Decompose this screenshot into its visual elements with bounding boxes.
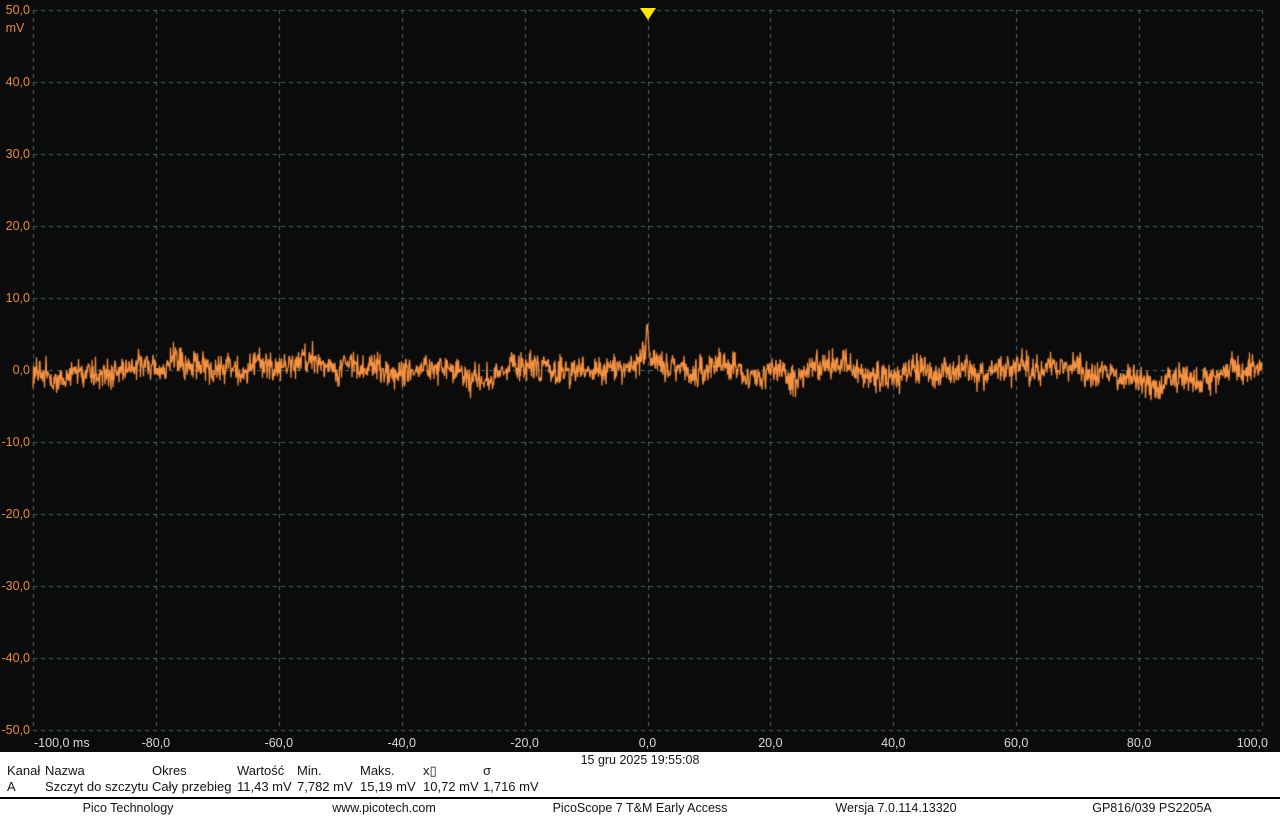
y-tick-label: 10,0 xyxy=(5,291,30,305)
measurement-header: Wartość xyxy=(237,763,285,778)
measurement-header: x▯ xyxy=(423,763,437,778)
measurement-header: Okres xyxy=(152,763,187,778)
x-tick-label: 100,0 xyxy=(1236,736,1268,750)
y-tick-label: -10,0 xyxy=(1,435,31,449)
measurement-column: Kanał A xyxy=(7,763,40,795)
footer-row: Pico Technology www.picotech.com PicoSco… xyxy=(0,801,1280,816)
y-axis-unit-label: mV xyxy=(5,21,25,35)
x-tick-label: 60,0 xyxy=(1004,736,1029,750)
y-tick-label: 30,0 xyxy=(5,147,30,161)
measurement-header: Nazwa xyxy=(45,763,85,778)
x-tick-label: -60,0 xyxy=(264,736,294,750)
measurement-column: Okres Cały przebieg xyxy=(152,763,232,795)
measurement-value: Szczyt do szczytu xyxy=(45,779,149,794)
measurement-header: σ xyxy=(483,763,492,778)
measurement-value: 15,19 mV xyxy=(360,779,416,794)
x-tick-label: -20,0 xyxy=(510,736,539,750)
measurement-value: 1,716 mV xyxy=(483,779,539,794)
measurement-header: Maks. xyxy=(360,763,395,778)
measurement-header: Kanał xyxy=(7,763,41,778)
measurement-value: 7,782 mV xyxy=(297,779,353,794)
x-tick-label: 80,0 xyxy=(1126,736,1152,750)
y-tick-label: -20,0 xyxy=(1,507,31,521)
y-tick-label: -30,0 xyxy=(1,579,31,593)
scope-display[interactable]: 50,0 40,0 30,0 20,0 10,0 0,0 -10,0 -20,0 -30,0 -4… xyxy=(0,0,1280,752)
x-tick-label: 0,0 xyxy=(638,736,657,750)
bottom-panel: 15 gru 2025 19:55:08 Kanał A Nazwa Szczyt d… xyxy=(0,752,1280,816)
y-tick-label: -50,0 xyxy=(1,723,31,737)
panel-separator xyxy=(0,797,1280,799)
measurement-value: A xyxy=(7,779,16,794)
x-tick-label: -40,0 xyxy=(387,736,416,750)
trigger-marker[interactable] xyxy=(639,8,656,20)
measurement-column: Nazwa Szczyt do szczytu xyxy=(45,763,148,795)
footer-app-name: PicoScope 7 T&M Early Access xyxy=(552,801,728,815)
measurement-column: Wartość 11,43 mV xyxy=(237,763,292,795)
y-tick-label: 20,0 xyxy=(5,219,30,233)
y-tick-label: -40,0 xyxy=(1,651,31,665)
measurement-header: Min. xyxy=(297,763,322,778)
measurement-column: x▯ 10,72 mV xyxy=(423,763,479,795)
measurement-column: σ 1,716 mV xyxy=(483,763,539,795)
footer-device: GP816/039 PS2205A xyxy=(1092,801,1212,815)
waveform-canvas[interactable] xyxy=(0,0,1280,752)
measurement-value: Cały przebieg xyxy=(152,779,232,794)
footer-vendor: Pico Technology xyxy=(82,801,174,815)
footer-version: Wersja 7.0.114.13320 xyxy=(835,801,957,815)
y-tick-label: 50,0 xyxy=(5,3,30,17)
y-tick-label: 0,0 xyxy=(12,363,30,377)
measurement-column: Min. 7,782 mV xyxy=(297,763,353,795)
x-tick-label: -80,0 xyxy=(141,736,171,750)
measurements-table: Kanał A Nazwa Szczyt do szczytu Okres Cały pr… xyxy=(0,752,1280,798)
y-tick-label: 40,0 xyxy=(5,75,30,89)
x-tick-label: 20,0 xyxy=(758,736,783,750)
x-tick-label: 40,0 xyxy=(881,736,906,750)
measurement-value: 10,72 mV xyxy=(423,779,479,794)
measurement-column: Maks. 15,19 mV xyxy=(360,763,416,795)
footer-website: www.picotech.com xyxy=(332,801,436,815)
measurement-value: 11,43 mV xyxy=(237,779,292,794)
